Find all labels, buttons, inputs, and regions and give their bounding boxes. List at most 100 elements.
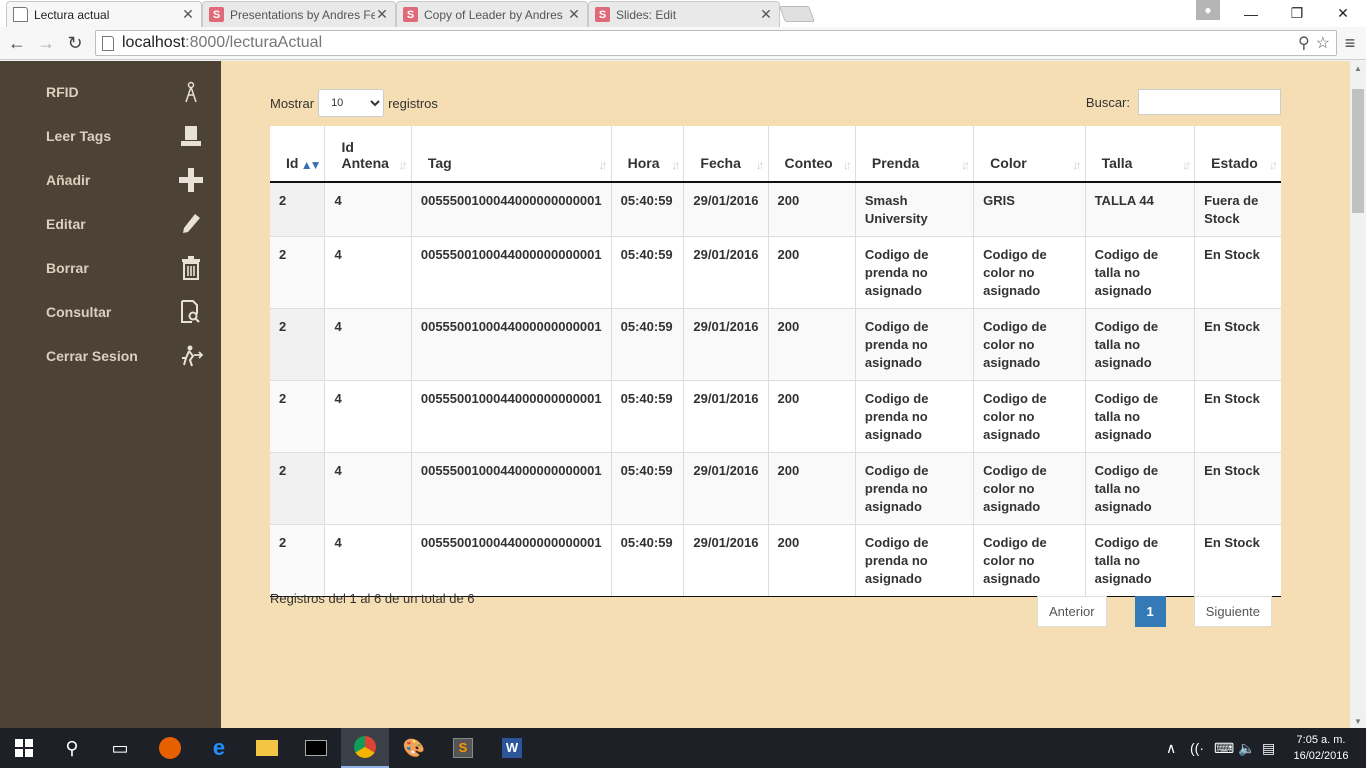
antenna-icon <box>176 77 206 107</box>
browser-tab-copy-of-leader[interactable]: S Copy of Leader by Andres ✕ <box>396 1 588 27</box>
cell-id: 2 <box>270 524 326 597</box>
logout-icon <box>176 341 206 371</box>
table-header-row: Id ▲▼ Id Antena ↓↑ Tag ↓↑ Hora ↓↑ Fecha ↓↑ Co… <box>270 126 1281 183</box>
column-header-tag[interactable]: Tag ↓↑ <box>411 126 612 183</box>
page-scrollbar[interactable]: ▲ ▼ <box>1350 61 1366 728</box>
scroll-down-icon[interactable]: ▼ <box>1350 714 1366 728</box>
sidebar-item-cerrar-sesion[interactable]: Cerrar Sesion <box>0 341 221 371</box>
command-prompt-icon[interactable] <box>292 728 340 768</box>
chrome-icon[interactable] <box>341 728 389 768</box>
sidebar-item-label: Borrar <box>46 260 89 276</box>
cell-estado: En Stock <box>1194 308 1281 381</box>
browser-menu-icon[interactable]: ≡ <box>1341 33 1359 53</box>
table-row: 2 4 0055500100044000000000001 05:40:59 29/01… <box>270 380 1281 453</box>
show-label: Mostrar <box>270 95 315 111</box>
search-document-icon <box>176 297 206 327</box>
browser-tab-presentations[interactable]: S Presentations by Andres Fe ✕ <box>202 1 396 27</box>
column-header-fecha[interactable]: Fecha ↓↑ <box>683 126 769 183</box>
sidebar-item-anadir[interactable]: Añadir <box>0 165 221 195</box>
cell-color: Codigo de color no asignado <box>973 524 1086 597</box>
table-row: 2 4 0055500100044000000000001 05:40:59 29/01… <box>270 308 1281 381</box>
search-input[interactable] <box>1138 89 1281 115</box>
file-explorer-icon[interactable] <box>243 728 291 768</box>
sidebar-item-editar[interactable]: Editar <box>0 209 221 239</box>
cell-color: Codigo de color no asignado <box>973 308 1086 381</box>
windows-start-icon[interactable] <box>0 728 48 768</box>
close-icon[interactable]: ✕ <box>181 6 195 23</box>
page-length-select[interactable]: 10 <box>318 89 385 117</box>
network-icon[interactable]: ((· <box>1190 728 1204 768</box>
close-icon[interactable]: ✕ <box>759 6 773 23</box>
reload-icon[interactable]: ↻ <box>64 32 86 54</box>
cell-color: GRIS <box>973 181 1086 237</box>
column-header-id-antena[interactable]: Id Antena ↓↑ <box>324 126 412 183</box>
window-close-icon[interactable]: ✕ <box>1320 0 1366 27</box>
browser-toolbar: ← → ↻ localhost:8000/lecturaActual ⚲ ☆ ≡ <box>0 27 1366 60</box>
cell-fecha: 29/01/2016 <box>683 524 769 597</box>
search-icon[interactable]: ⚲ <box>48 728 96 768</box>
cell-id-antena: 4 <box>324 236 412 309</box>
table-row: 2 4 0055500100044000000000001 05:40:59 29/01… <box>270 181 1281 237</box>
paint-icon[interactable]: 🎨 <box>390 728 438 768</box>
sort-icon: ↓↑ <box>1182 158 1191 172</box>
cell-conteo: 200 <box>768 524 856 597</box>
address-bar[interactable]: localhost:8000/lecturaActual ⚲ ☆ <box>95 30 1337 56</box>
cell-estado: Fuera de Stock <box>1194 181 1281 237</box>
cell-hora: 05:40:59 <box>611 524 685 597</box>
sidebar-item-rfid[interactable]: RFID <box>0 77 221 107</box>
cell-id-antena: 4 <box>324 380 412 453</box>
notifications-icon[interactable]: ▤ <box>1262 728 1275 768</box>
new-tab-button[interactable] <box>779 6 815 22</box>
forward-arrow-icon[interactable]: → <box>35 32 57 54</box>
sidebar-item-borrar[interactable]: Borrar <box>0 253 221 283</box>
word-icon[interactable]: W <box>488 728 536 768</box>
column-header-estado[interactable]: Estado ↓↑ <box>1194 126 1281 183</box>
sort-asc-icon: ▲▼ <box>300 158 322 172</box>
volume-icon[interactable]: 🔈 <box>1238 728 1255 768</box>
scroll-up-icon[interactable]: ▲ <box>1350 61 1366 75</box>
sublime-text-icon[interactable]: S <box>439 728 487 768</box>
cell-prenda: Codigo de prenda no asignado <box>855 452 975 525</box>
column-header-conteo[interactable]: Conteo ↓↑ <box>768 126 856 183</box>
cell-hora: 05:40:59 <box>611 236 685 309</box>
sort-icon: ↓↑ <box>398 158 408 172</box>
zoom-icon[interactable]: ⚲ <box>1298 33 1310 53</box>
previous-page-button[interactable]: Anterior <box>1037 595 1107 627</box>
column-header-talla[interactable]: Talla ↓↑ <box>1085 126 1196 183</box>
cell-id: 2 <box>270 308 326 381</box>
tab-title: Copy of Leader by Andres <box>424 7 563 22</box>
length-control: Mostrar 10 registros <box>270 89 438 117</box>
page-1-button[interactable]: 1 <box>1134 595 1166 627</box>
browser-tab-lectura-actual[interactable]: Lectura actual ✕ <box>6 1 202 27</box>
cell-prenda: Codigo de prenda no asignado <box>855 236 975 309</box>
user-profile-icon[interactable]: ● <box>1196 0 1220 20</box>
close-icon[interactable]: ✕ <box>567 6 581 23</box>
sidebar: RFID Leer Tags Añadir Editar Borrar Cons… <box>0 61 221 728</box>
cell-talla: Codigo de talla no asignado <box>1085 524 1196 597</box>
column-header-hora[interactable]: Hora ↓↑ <box>611 126 685 183</box>
bookmark-star-icon[interactable]: ☆ <box>1316 33 1330 53</box>
back-arrow-icon[interactable]: ← <box>6 32 28 54</box>
table-info: Registros del 1 al 6 de un total de 6 <box>270 591 475 606</box>
sidebar-item-consultar[interactable]: Consultar <box>0 297 221 327</box>
column-header-id[interactable]: Id ▲▼ <box>270 126 326 183</box>
column-header-prenda[interactable]: Prenda ↓↑ <box>855 126 975 183</box>
tray-chevron-up-icon[interactable]: ∧ <box>1166 728 1176 768</box>
column-header-color[interactable]: Color ↓↑ <box>973 126 1086 183</box>
minimize-icon[interactable]: — <box>1228 0 1274 27</box>
taskbar-clock[interactable]: 7:05 a. m. 16/02/2016 <box>1284 732 1358 764</box>
cell-fecha: 29/01/2016 <box>683 380 769 453</box>
next-page-button[interactable]: Siguiente <box>1193 595 1272 627</box>
sidebar-item-label: Leer Tags <box>46 128 112 144</box>
sort-icon: ↓↑ <box>598 158 608 172</box>
cell-tag: 0055500100044000000000001 <box>411 236 612 309</box>
task-view-icon[interactable]: ▭ <box>96 728 144 768</box>
browser-tab-slides-edit[interactable]: S Slides: Edit ✕ <box>588 1 780 27</box>
firefox-icon[interactable] <box>146 728 194 768</box>
restore-icon[interactable]: ❐ <box>1274 0 1320 27</box>
edge-icon[interactable]: e <box>195 728 243 768</box>
scrollbar-thumb[interactable] <box>1352 89 1364 213</box>
close-icon[interactable]: ✕ <box>375 6 389 23</box>
sidebar-item-leer-tags[interactable]: Leer Tags <box>0 121 221 151</box>
keyboard-icon[interactable]: ⌨ <box>1214 728 1234 768</box>
